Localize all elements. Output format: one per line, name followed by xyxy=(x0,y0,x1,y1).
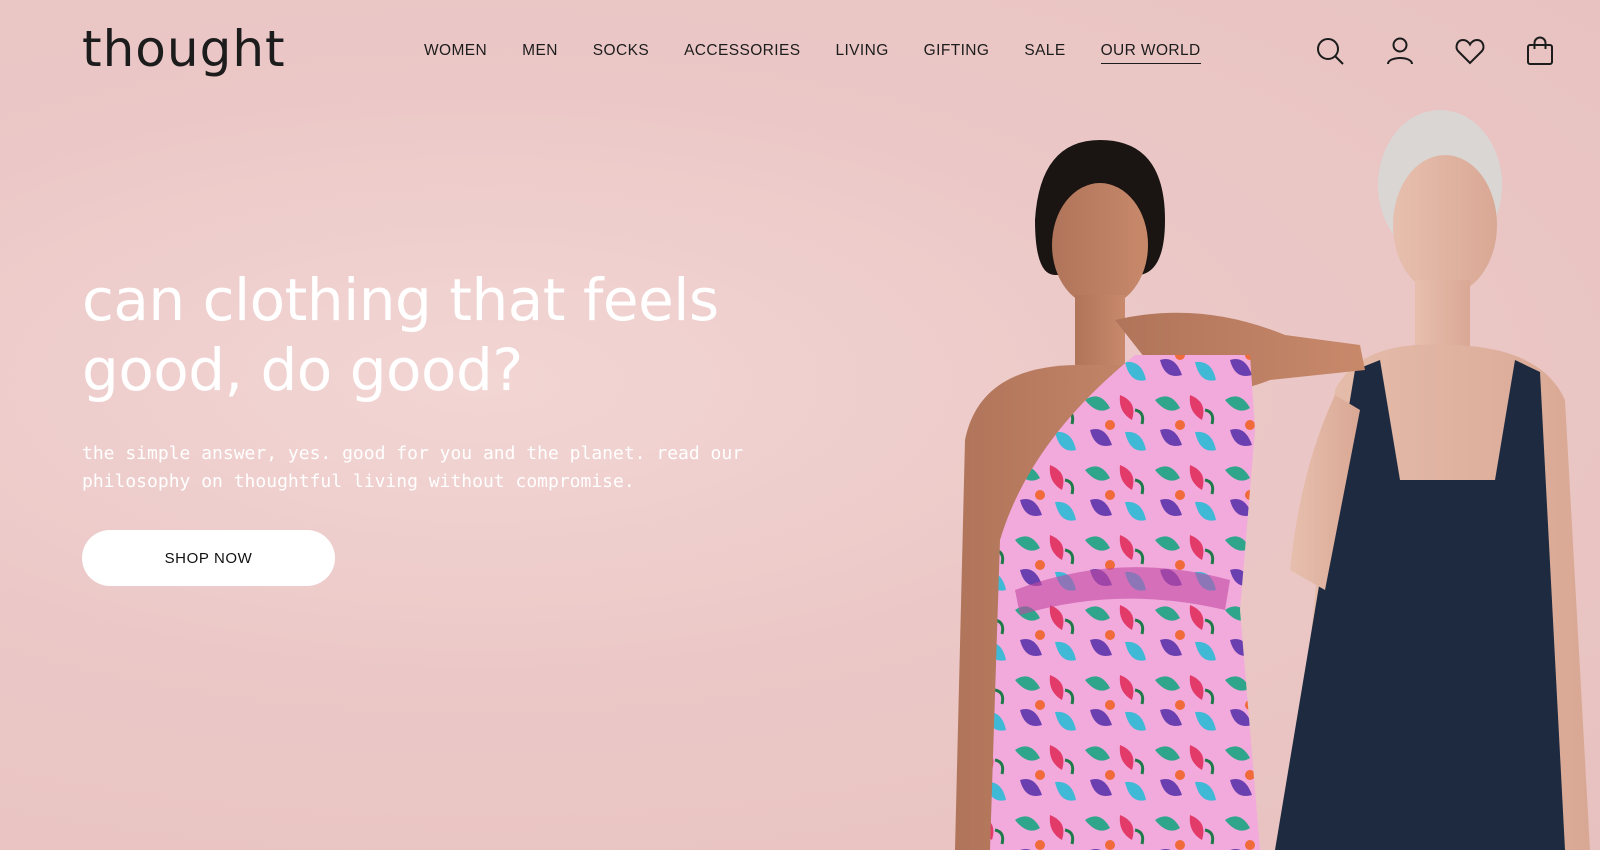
nav-item-accessories[interactable]: ACCESSORIES xyxy=(684,42,800,64)
shop-now-button[interactable]: SHOP NOW xyxy=(82,530,335,586)
account-icon[interactable] xyxy=(1382,33,1418,69)
main-nav: WOMEN MEN SOCKS ACCESSORIES LIVING GIFTI… xyxy=(424,42,1236,64)
nav-item-gifting[interactable]: GIFTING xyxy=(924,42,990,64)
nav-item-women[interactable]: WOMEN xyxy=(424,42,487,64)
hero-subtext-line2: philosophy on thoughtful living without … xyxy=(82,471,635,492)
site-header: thought WOMEN MEN SOCKS ACCESSORIES LIVI… xyxy=(0,0,1600,104)
hero-headline: can clothing that feels good, do good? xyxy=(82,265,842,405)
nav-item-men[interactable]: MEN xyxy=(522,42,558,64)
search-icon[interactable] xyxy=(1312,33,1348,69)
nav-item-sale[interactable]: SALE xyxy=(1024,42,1065,64)
nav-item-our-world[interactable]: OUR WORLD xyxy=(1100,42,1201,64)
nav-item-socks[interactable]: SOCKS xyxy=(593,42,649,64)
hero-headline-line2: good, do good? xyxy=(82,336,523,404)
model-right xyxy=(1275,110,1590,850)
hero-headline-line1: can clothing that feels xyxy=(82,266,719,334)
hero-models-image xyxy=(955,110,1590,850)
hero-subtext: the simple answer, yes. good for you and… xyxy=(82,440,802,496)
hero-subtext-line1: the simple answer, yes. good for you and… xyxy=(82,443,744,464)
nav-item-living[interactable]: LIVING xyxy=(835,42,888,64)
header-icons xyxy=(1312,33,1558,69)
wishlist-heart-icon[interactable] xyxy=(1452,33,1488,69)
brand-logo[interactable]: thought xyxy=(82,20,286,78)
shopping-bag-icon[interactable] xyxy=(1522,33,1558,69)
